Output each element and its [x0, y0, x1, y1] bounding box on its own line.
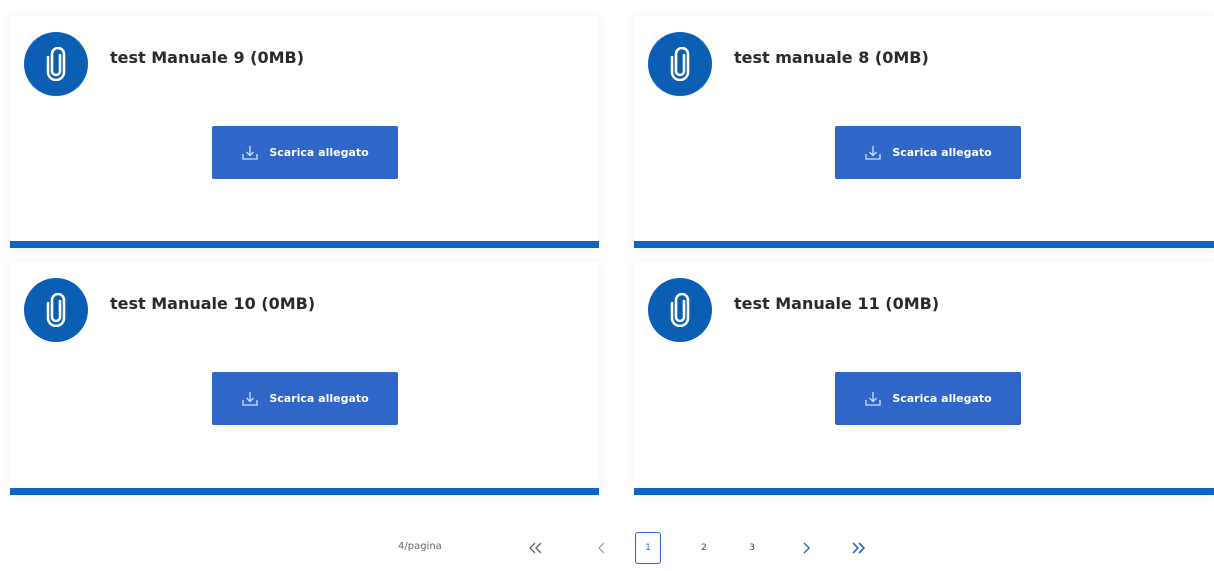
- attachment-title: test Manuale 11 (0MB): [734, 294, 940, 313]
- paperclip-icon: [648, 32, 712, 96]
- next-page-button[interactable]: [794, 536, 818, 560]
- paperclip-icon: [648, 278, 712, 342]
- attachment-title: test Manuale 9 (0MB): [110, 48, 305, 67]
- download-attachment-button[interactable]: Scarica allegato: [212, 372, 398, 425]
- download-button-label: Scarica allegato: [269, 392, 369, 405]
- attachment-title: test Manuale 10 (0MB): [110, 294, 316, 313]
- download-icon: [241, 390, 259, 408]
- attachment-card: test Manuale 9 (0MB) Scarica allegato: [10, 16, 599, 248]
- download-attachment-button[interactable]: Scarica allegato: [835, 126, 1021, 179]
- items-per-page[interactable]: 4/pagina: [398, 541, 442, 552]
- attachments-grid: test Manuale 9 (0MB) Scarica allegato te…: [0, 0, 1214, 500]
- attachment-card: test Manuale 10 (0MB) Scarica allegato: [10, 262, 599, 495]
- double-chevron-right-icon: [852, 542, 866, 554]
- download-attachment-button[interactable]: Scarica allegato: [212, 126, 398, 179]
- previous-page-button[interactable]: [590, 536, 614, 560]
- last-page-button[interactable]: [846, 536, 870, 560]
- pagination: 4/pagina 1 2 3: [0, 528, 1214, 568]
- first-page-button[interactable]: [524, 536, 548, 560]
- attachment-card: test Manuale 11 (0MB) Scarica allegato: [634, 262, 1214, 495]
- download-attachment-button[interactable]: Scarica allegato: [835, 372, 1021, 425]
- download-button-label: Scarica allegato: [892, 146, 992, 159]
- page-3-button[interactable]: 3: [739, 532, 765, 564]
- attachment-card: test manuale 8 (0MB) Scarica allegato: [634, 16, 1214, 248]
- download-icon: [864, 390, 882, 408]
- download-icon: [864, 144, 882, 162]
- page-1-button[interactable]: 1: [635, 532, 661, 564]
- paperclip-icon: [24, 278, 88, 342]
- download-icon: [241, 144, 259, 162]
- download-button-label: Scarica allegato: [892, 392, 992, 405]
- double-chevron-left-icon: [529, 542, 542, 554]
- chevron-right-icon: [803, 542, 810, 554]
- download-button-label: Scarica allegato: [269, 146, 369, 159]
- page-2-button[interactable]: 2: [691, 532, 717, 564]
- paperclip-icon: [24, 32, 88, 96]
- chevron-left-icon: [598, 542, 605, 554]
- attachment-title: test manuale 8 (0MB): [734, 48, 929, 67]
